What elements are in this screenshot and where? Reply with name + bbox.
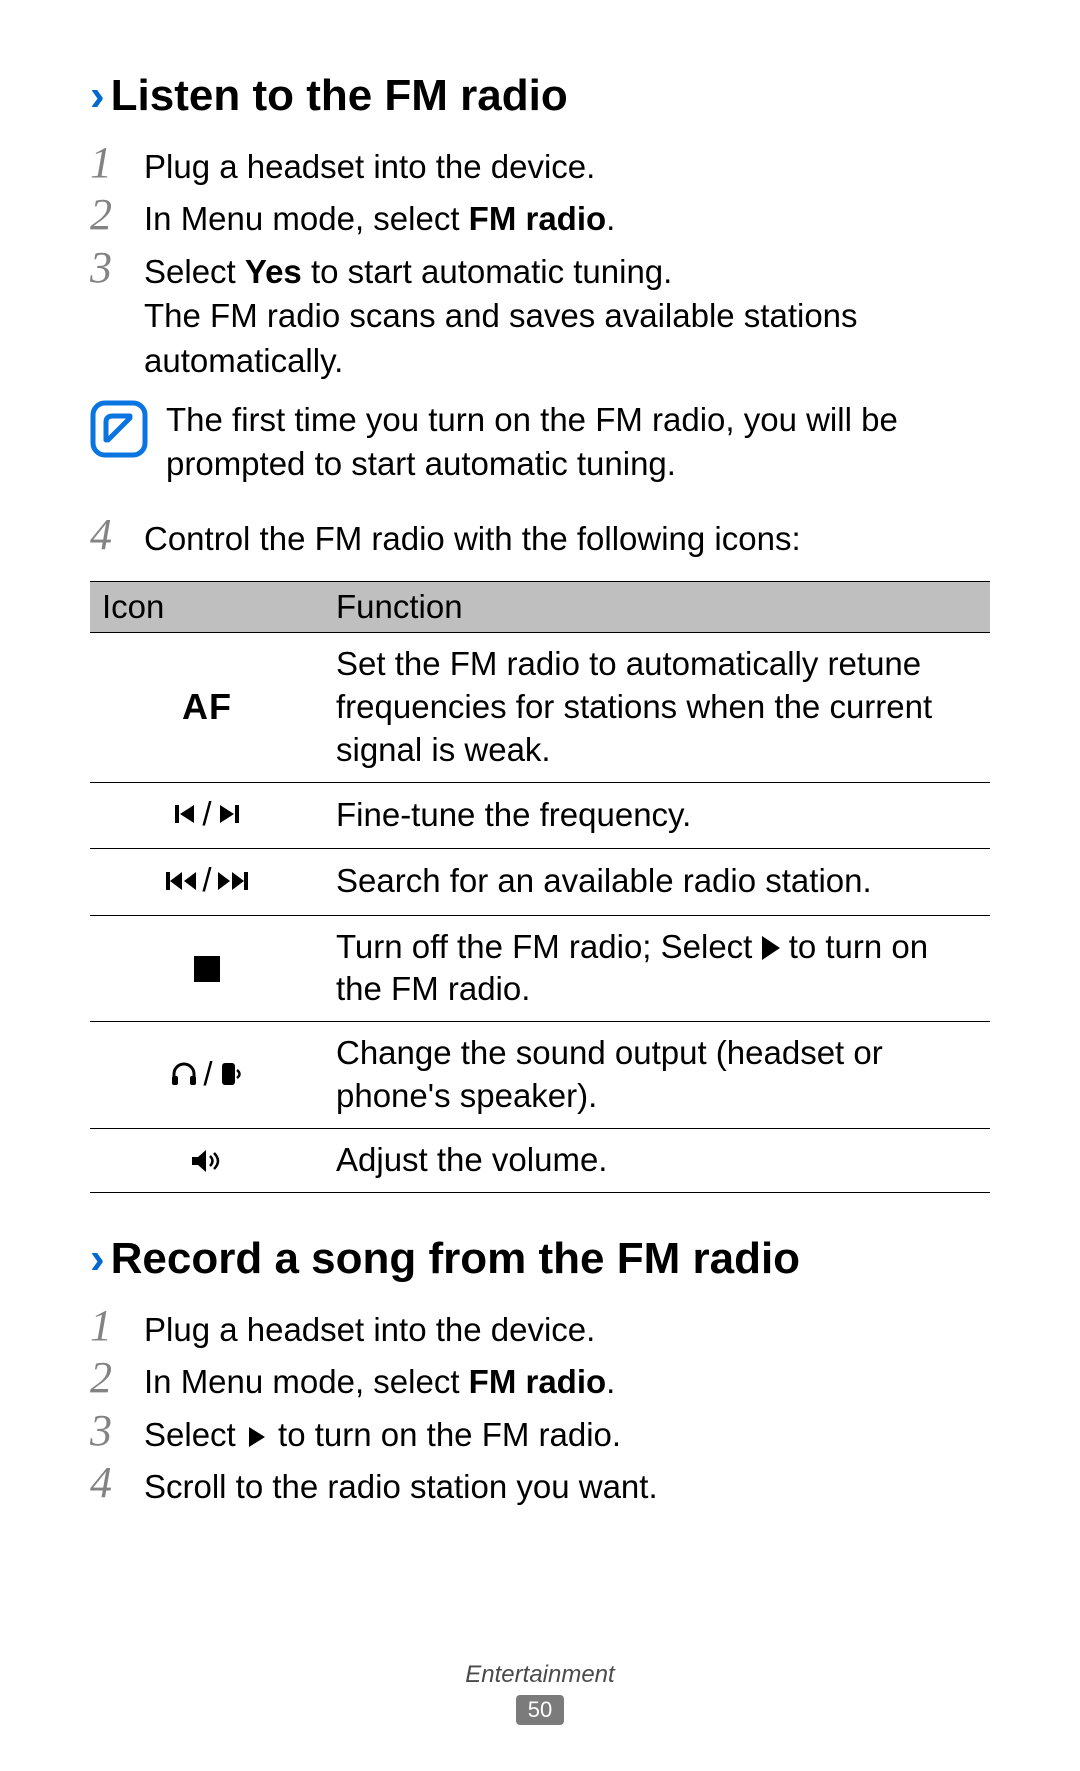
chevron-icon: ›: [90, 1234, 105, 1283]
step-text: In Menu mode, select FM radio.: [144, 197, 990, 242]
note-callout: The first time you turn on the FM radio,…: [90, 398, 990, 487]
fast-forward-icon: [216, 868, 250, 894]
steps-listen: 1 Plug a headset into the device. 2 In M…: [90, 145, 990, 561]
step-item: 4 Control the FM radio with the followin…: [90, 517, 990, 562]
step-number: 2: [90, 193, 144, 237]
search-station-icon: /: [90, 849, 324, 915]
table-row: / Search for an available radio station.: [90, 849, 990, 915]
step-number: 4: [90, 1461, 144, 1505]
table-row: Turn off the FM radio; Select to turn on…: [90, 915, 990, 1022]
next-track-icon: [216, 801, 242, 827]
icon-function-table: Icon Function AF Set the FM radio to aut…: [90, 581, 990, 1193]
sound-output-icon: /: [90, 1022, 324, 1129]
step-text: Select to turn on the FM radio.: [144, 1413, 990, 1458]
slash-text: /: [202, 793, 211, 836]
af-icon: AF: [90, 633, 324, 783]
fn-text: Fine-tune the frequency.: [324, 782, 990, 848]
step-number: 1: [90, 1304, 144, 1348]
table-row: / Change the sound output (headset or ph…: [90, 1022, 990, 1129]
col-icon: Icon: [90, 582, 324, 633]
step-number: 4: [90, 513, 144, 557]
steps-record: 1 Plug a headset into the device. 2 In M…: [90, 1308, 990, 1510]
stop-icon: [90, 915, 324, 1022]
slash-text: /: [203, 1053, 212, 1096]
fn-text: Set the FM radio to automatically retune…: [324, 633, 990, 783]
play-icon: [762, 936, 780, 960]
step-number: 2: [90, 1356, 144, 1400]
chevron-icon: ›: [90, 71, 105, 120]
step-text: Plug a headset into the device.: [144, 1308, 990, 1353]
volume-icon: [90, 1129, 324, 1193]
fine-tune-icon: /: [90, 782, 324, 848]
table-row: / Fine-tune the frequency.: [90, 782, 990, 848]
page-footer: Entertainment 50: [0, 1661, 1080, 1725]
section-title-text: Record a song from the FM radio: [111, 1234, 800, 1283]
step-item: 3 Select Yes to start automatic tuning.T…: [90, 250, 990, 384]
footer-category: Entertainment: [0, 1661, 1080, 1689]
headphones-icon: [169, 1061, 199, 1087]
prev-track-icon: [172, 801, 198, 827]
step-number: 1: [90, 141, 144, 185]
slash-text: /: [202, 859, 211, 902]
page-number: 50: [516, 1695, 564, 1725]
phone-speaker-icon: [217, 1060, 245, 1088]
note-text: The first time you turn on the FM radio,…: [166, 398, 990, 487]
step-item: 1 Plug a headset into the device.: [90, 1308, 990, 1353]
step-number: 3: [90, 1409, 144, 1453]
step-text: Select Yes to start automatic tuning.The…: [144, 250, 990, 384]
fn-text: Search for an available radio station.: [324, 849, 990, 915]
table-row: Adjust the volume.: [90, 1129, 990, 1193]
step-text: Plug a headset into the device.: [144, 145, 990, 190]
note-icon: [90, 400, 148, 458]
rewind-icon: [164, 868, 198, 894]
step-item: 2 In Menu mode, select FM radio.: [90, 1360, 990, 1405]
fn-text: Change the sound output (headset or phon…: [324, 1022, 990, 1129]
col-function: Function: [324, 582, 990, 633]
step-text: Control the FM radio with the following …: [144, 517, 990, 562]
step-number: 3: [90, 246, 144, 290]
step-text: Scroll to the radio station you want.: [144, 1465, 990, 1510]
table-row: AF Set the FM radio to automatically ret…: [90, 633, 990, 783]
section-title-listen: ›Listen to the FM radio: [90, 70, 990, 123]
step-item: 4 Scroll to the radio station you want.: [90, 1465, 990, 1510]
step-item: 3 Select to turn on the FM radio.: [90, 1413, 990, 1458]
fn-text: Turn off the FM radio; Select to turn on…: [324, 915, 990, 1022]
section-title-record: ›Record a song from the FM radio: [90, 1233, 990, 1286]
manual-page: ›Listen to the FM radio 1 Plug a headset…: [0, 0, 1080, 1771]
step-item: 1 Plug a headset into the device.: [90, 145, 990, 190]
table-header-row: Icon Function: [90, 582, 990, 633]
section-title-text: Listen to the FM radio: [111, 71, 568, 120]
step-item: 2 In Menu mode, select FM radio.: [90, 197, 990, 242]
play-icon: [249, 1427, 265, 1447]
step-text: In Menu mode, select FM radio.: [144, 1360, 990, 1405]
fn-text: Adjust the volume.: [324, 1129, 990, 1193]
